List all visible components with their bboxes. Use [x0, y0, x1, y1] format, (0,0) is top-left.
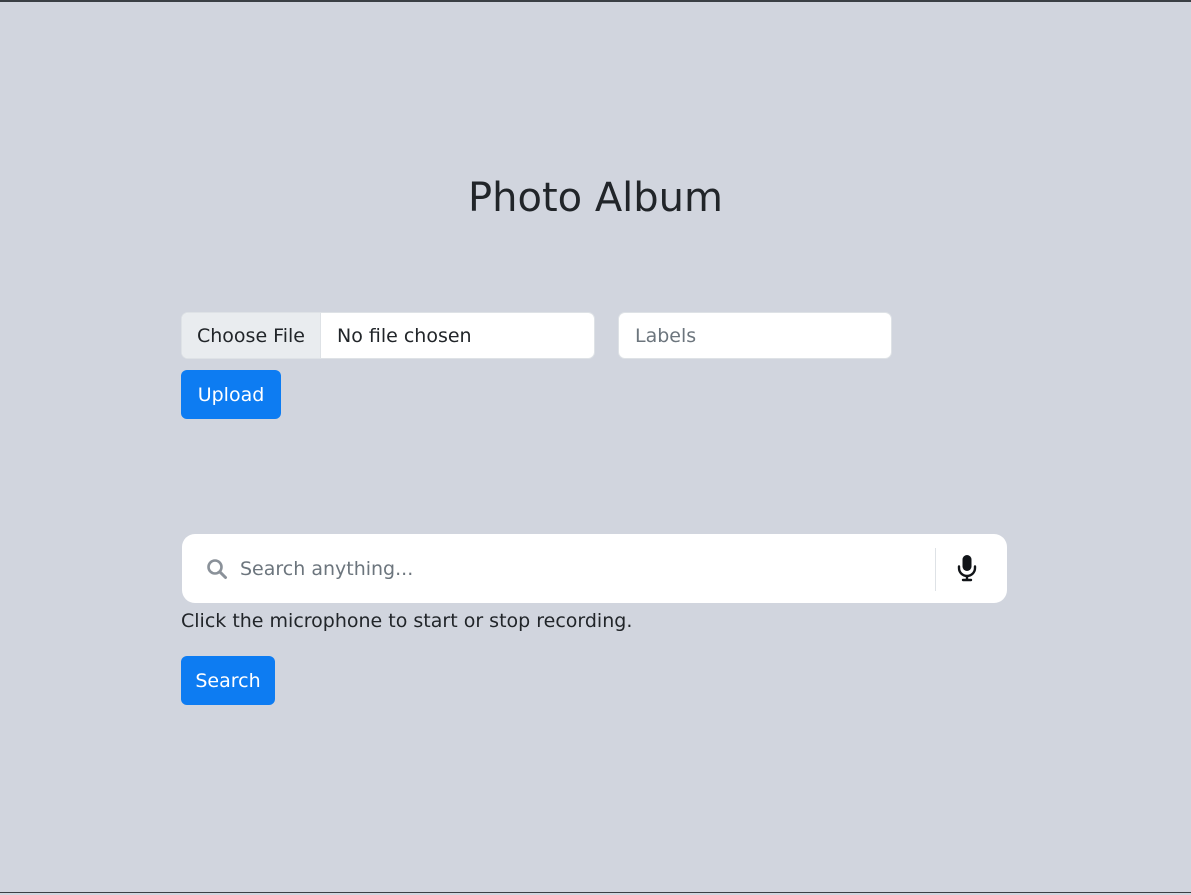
- file-input[interactable]: Choose File No file chosen: [181, 312, 595, 359]
- divider: [935, 548, 936, 591]
- search-icon: [206, 558, 228, 580]
- search-bar: [182, 534, 1007, 603]
- microphone-hint: Click the microphone to start or stop re…: [181, 610, 633, 632]
- page-title: Photo Album: [468, 175, 723, 221]
- file-status-text: No file chosen: [337, 324, 472, 347]
- choose-file-button[interactable]: Choose File: [182, 313, 321, 358]
- labels-input[interactable]: [618, 312, 892, 359]
- search-button[interactable]: Search: [181, 656, 275, 705]
- microphone-icon: [957, 555, 977, 582]
- microphone-button[interactable]: [952, 548, 982, 588]
- page: Photo Album Choose File No file chosen U…: [0, 2, 1191, 895]
- search-input[interactable]: [240, 546, 920, 591]
- upload-button[interactable]: Upload: [181, 370, 281, 419]
